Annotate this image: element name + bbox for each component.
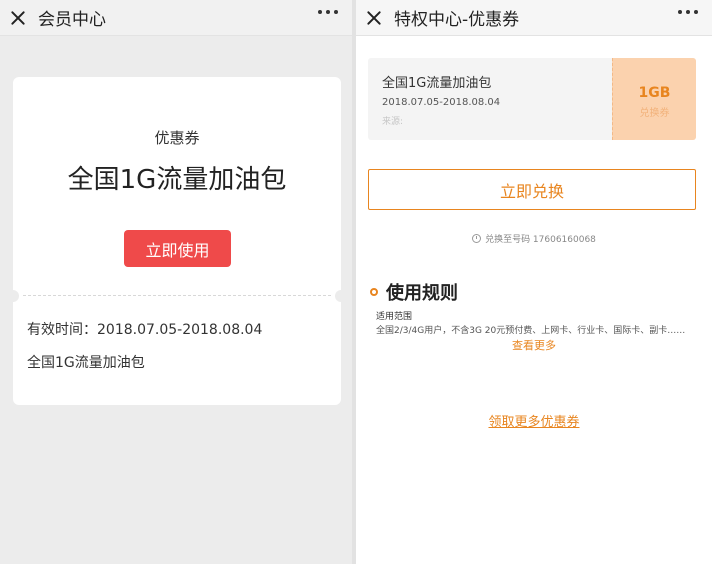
validity-period: 有效时间：2018.07.05-2018.08.04 xyxy=(27,322,263,338)
more-icon[interactable] xyxy=(318,10,338,14)
coupon-date-range: 2018.07.05-2018.08.04 xyxy=(382,97,501,108)
redeem-now-button[interactable]: 立即兑换 xyxy=(368,169,696,210)
coupon-ticket[interactable]: 全国1G流量加油包 2018.07.05-2018.08.04 来源: 1GB … xyxy=(368,58,696,140)
use-now-button[interactable]: 立即使用 xyxy=(124,230,231,267)
page-title: 特权中心-优惠券 xyxy=(394,10,520,30)
close-icon[interactable] xyxy=(10,10,26,26)
coupon-card: 优惠券 全国1G流量加油包 立即使用 有效时间：2018.07.05-2018.… xyxy=(7,77,347,405)
card-notch-left xyxy=(7,290,19,302)
rules-bullet-icon xyxy=(370,288,378,296)
clock-icon xyxy=(472,234,482,243)
redeem-target: 兑换至号码 17606160068 xyxy=(356,232,712,245)
more-icon[interactable] xyxy=(678,10,698,14)
member-center-panel: 会员中心 优惠券 全国1G流量加油包 立即使用 有效时间：2018.07.05-… xyxy=(0,0,352,564)
scope-label: 适用范围 xyxy=(376,312,413,322)
rules-title: 使用规则 xyxy=(386,283,458,304)
coupon-type: 优惠券 xyxy=(154,129,200,147)
screen: 会员中心 优惠券 全国1G流量加油包 立即使用 有效时间：2018.07.05-… xyxy=(0,0,712,564)
see-more-link[interactable]: 查看更多 xyxy=(356,337,712,353)
privilege-coupon-panel: 特权中心-优惠券 全国1G流量加油包 2018.07.05-2018.08.04… xyxy=(356,0,712,564)
coupon-amount: 1GB xyxy=(638,85,671,101)
perforation-divider xyxy=(23,295,331,296)
redeem-target-text: 兑换至号码 17606160068 xyxy=(485,235,596,245)
coupon-name: 全国1G流量加油包 xyxy=(382,76,492,91)
coupon-name: 全国1G流量加油包 xyxy=(67,165,287,195)
top-bar: 会员中心 xyxy=(0,0,352,36)
coupon-description: 全国1G流量加油包 xyxy=(27,355,145,371)
top-bar: 特权中心-优惠券 xyxy=(356,0,712,36)
coupon-stub: 1GB 兑换券 xyxy=(612,58,696,140)
close-icon[interactable] xyxy=(366,10,382,26)
scope-text: 全国2/3/4G用户，不含3G 20元预付费、上网卡、行业卡、国际卡、副卡…… xyxy=(376,326,686,336)
page-title: 会员中心 xyxy=(38,10,106,30)
card-notch-right xyxy=(335,290,347,302)
coupon-source: 来源: xyxy=(382,117,404,127)
coupon-exchange-label: 兑换券 xyxy=(639,108,670,119)
more-coupons-link[interactable]: 领取更多优惠券 xyxy=(356,411,712,430)
